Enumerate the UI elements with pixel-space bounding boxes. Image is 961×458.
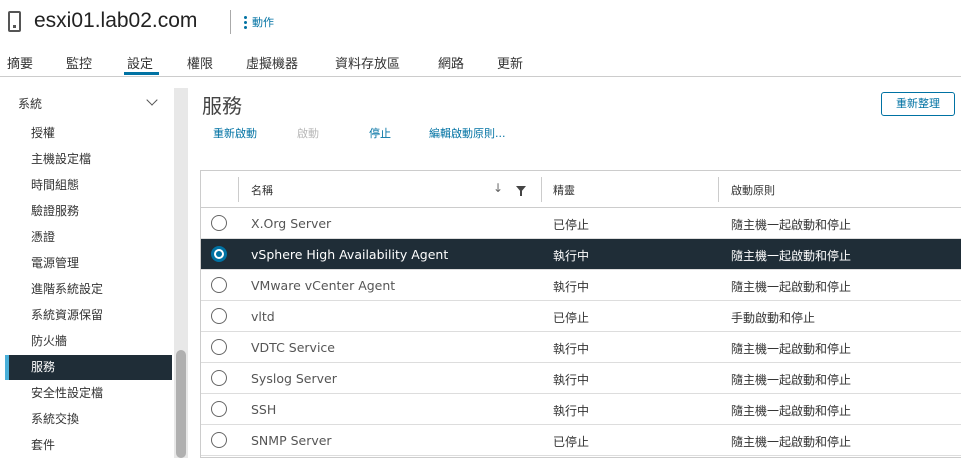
start-button[interactable]: 啟動	[297, 125, 319, 141]
stop-button[interactable]: 停止	[369, 125, 391, 141]
services-table: 名稱 ↓ 精靈 啟動原則 X.Org Server 已停止 隨主機一起啟動和停止…	[200, 170, 961, 458]
column-divider	[238, 177, 239, 202]
row-radio[interactable]	[211, 401, 227, 417]
tab-monitor[interactable]: 監控	[66, 53, 92, 72]
tab-datastores[interactable]: 資料存放區	[335, 53, 400, 72]
service-policy: 隨主機一起啟動和停止	[731, 218, 852, 232]
service-name: VMware vCenter Agent	[251, 278, 396, 293]
table-row[interactable]: SNMP Server 已停止 隨主機一起啟動和停止	[201, 425, 961, 456]
tab-vms[interactable]: 虛擬機器	[246, 53, 298, 72]
row-radio[interactable]	[211, 370, 227, 386]
service-status: 執行中	[553, 280, 590, 294]
service-status: 執行中	[553, 249, 590, 263]
restart-button[interactable]: 重新啟動	[213, 125, 257, 141]
sidebar-item-firewall[interactable]: 防火牆	[5, 329, 172, 354]
table-row[interactable]: vSphere High Availability Agent 執行中 隨主機一…	[201, 239, 961, 270]
host-server-icon	[8, 11, 21, 32]
table-row[interactable]: VDTC Service 執行中 隨主機一起啟動和停止	[201, 332, 961, 363]
sidebar-item-host-profile[interactable]: 主機設定檔	[5, 147, 172, 172]
table-row[interactable]: VMware vCenter Agent 執行中 隨主機一起啟動和停止	[201, 270, 961, 301]
service-status: 執行中	[553, 342, 590, 356]
tab-configure[interactable]: 設定	[127, 53, 153, 72]
sidebar-item-packages[interactable]: 套件	[5, 433, 172, 458]
tab-updates[interactable]: 更新	[497, 53, 523, 72]
service-name: vltd	[251, 309, 275, 324]
table-header: 名稱 ↓ 精靈 啟動原則	[201, 171, 961, 208]
chevron-down-icon[interactable]	[146, 94, 158, 106]
table-row[interactable]: X.Org Server 已停止 隨主機一起啟動和停止	[201, 208, 961, 239]
sidebar-item-auth-services[interactable]: 驗證服務	[5, 199, 172, 224]
sidebar-item-certificate[interactable]: 憑證	[5, 225, 172, 250]
sidebar-item-services[interactable]: 服務	[5, 355, 172, 380]
service-policy: 隨主機一起啟動和停止	[731, 404, 852, 418]
service-status: 已停止	[553, 435, 590, 449]
sidebar-item-licensing[interactable]: 授權	[5, 121, 172, 146]
row-radio[interactable]	[211, 277, 227, 293]
table-row[interactable]: Syslog Server 執行中 隨主機一起啟動和停止	[201, 363, 961, 394]
sort-arrow-icon[interactable]: ↓	[493, 181, 503, 195]
service-status: 執行中	[553, 373, 590, 387]
page-title: 服務	[202, 94, 242, 118]
refresh-button[interactable]: 重新整理	[881, 92, 955, 116]
tab-permissions[interactable]: 權限	[187, 53, 213, 72]
tab-bar: 摘要 監控 設定 權限 虛擬機器 資料存放區 網路 更新	[0, 44, 961, 77]
sidebar-item-resource-reservation[interactable]: 系統資源保留	[5, 303, 172, 328]
edit-startup-policy-button[interactable]: 編輯啟動原則...	[429, 125, 506, 141]
row-radio[interactable]	[211, 339, 227, 355]
sidebar-item-security-profile[interactable]: 安全性設定檔	[5, 381, 172, 406]
actions-menu-button[interactable]: 動作	[244, 14, 274, 30]
sidebar-item-power-management[interactable]: 電源管理	[5, 251, 172, 276]
service-policy: 隨主機一起啟動和停止	[731, 435, 852, 449]
sidebar-item-system-swap[interactable]: 系統交換	[5, 407, 172, 432]
service-policy: 隨主機一起啟動和停止	[731, 249, 852, 263]
row-radio[interactable]	[211, 308, 227, 324]
service-policy: 隨主機一起啟動和停止	[731, 280, 852, 294]
service-status: 已停止	[553, 218, 590, 232]
sidebar-item-advanced-settings[interactable]: 進階系統設定	[5, 277, 172, 302]
kebab-menu-icon	[244, 15, 247, 29]
table-row[interactable]: vltd 已停止 手動啟動和停止	[201, 301, 961, 332]
active-tab-indicator	[124, 72, 159, 75]
table-row[interactable]: SSH 執行中 隨主機一起啟動和停止	[201, 394, 961, 425]
filter-icon[interactable]	[516, 186, 526, 196]
service-status: 執行中	[553, 404, 590, 418]
actions-label: 動作	[252, 16, 274, 29]
column-header-status[interactable]: 精靈	[553, 182, 575, 198]
sidebar-item-time-config[interactable]: 時間組態	[5, 173, 172, 198]
service-policy: 隨主機一起啟動和停止	[731, 373, 852, 387]
service-name: X.Org Server	[251, 216, 332, 231]
service-name: Syslog Server	[251, 371, 337, 386]
service-policy: 隨主機一起啟動和停止	[731, 342, 852, 356]
column-divider[interactable]	[718, 177, 719, 202]
sidebar-scrollbar-thumb[interactable]	[176, 350, 186, 458]
column-divider[interactable]	[541, 177, 542, 202]
sidebar-section-system[interactable]: 系統	[18, 95, 42, 112]
column-header-policy[interactable]: 啟動原則	[731, 182, 775, 198]
service-status: 已停止	[553, 311, 590, 325]
row-radio[interactable]	[211, 246, 227, 262]
service-name: SSH	[251, 402, 277, 417]
header-divider	[230, 10, 231, 34]
settings-sidebar: 系統 授權 主機設定檔 時間組態 驗證服務 憑證 電源管理 進階系統設定 系統資…	[0, 78, 192, 458]
host-title: esxi01.lab02.com	[34, 9, 198, 32]
row-radio[interactable]	[211, 432, 227, 448]
column-header-name[interactable]: 名稱	[251, 182, 273, 198]
service-name: VDTC Service	[251, 340, 335, 355]
host-header: esxi01.lab02.com 動作	[0, 0, 961, 44]
service-name: SNMP Server	[251, 433, 332, 448]
tab-networks[interactable]: 網路	[438, 53, 464, 72]
service-name: vSphere High Availability Agent	[251, 247, 449, 262]
row-radio[interactable]	[211, 215, 227, 231]
tab-summary[interactable]: 摘要	[7, 53, 33, 72]
service-policy: 手動啟動和停止	[731, 311, 816, 325]
